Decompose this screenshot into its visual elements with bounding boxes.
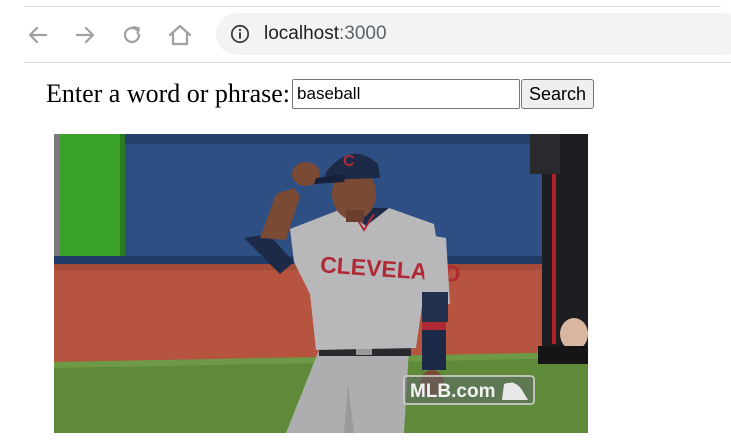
- forward-arrow-icon: [75, 26, 95, 44]
- reload-button[interactable]: [118, 21, 146, 49]
- mlb-watermark: MLB.com: [403, 375, 535, 405]
- search-button[interactable]: Search: [521, 79, 595, 109]
- svg-text:C: C: [343, 153, 355, 170]
- home-button[interactable]: [166, 21, 194, 49]
- back-arrow-icon: [28, 26, 48, 44]
- address-bar[interactable]: localhost:3000: [216, 13, 731, 55]
- search-form: Enter a word or phrase: Search: [46, 76, 595, 112]
- search-input[interactable]: [292, 79, 521, 109]
- url-port: :3000: [339, 23, 387, 44]
- url-text[interactable]: localhost:3000: [264, 13, 387, 55]
- home-icon: [168, 24, 192, 46]
- baseball-player-illustration: CLEVELAND C MLB.com: [54, 134, 588, 433]
- reload-icon: [123, 26, 141, 44]
- back-button[interactable]: [24, 21, 52, 49]
- result-gif: CLEVELAND C MLB.com: [54, 134, 588, 433]
- mlb-watermark-text: MLB.com: [410, 381, 496, 402]
- search-prompt-label: Enter a word or phrase:: [46, 79, 291, 108]
- browser-toolbar: localhost:3000: [24, 7, 731, 63]
- forward-button[interactable]: [71, 21, 99, 49]
- url-host: localhost: [264, 23, 339, 44]
- info-icon[interactable]: [230, 24, 250, 44]
